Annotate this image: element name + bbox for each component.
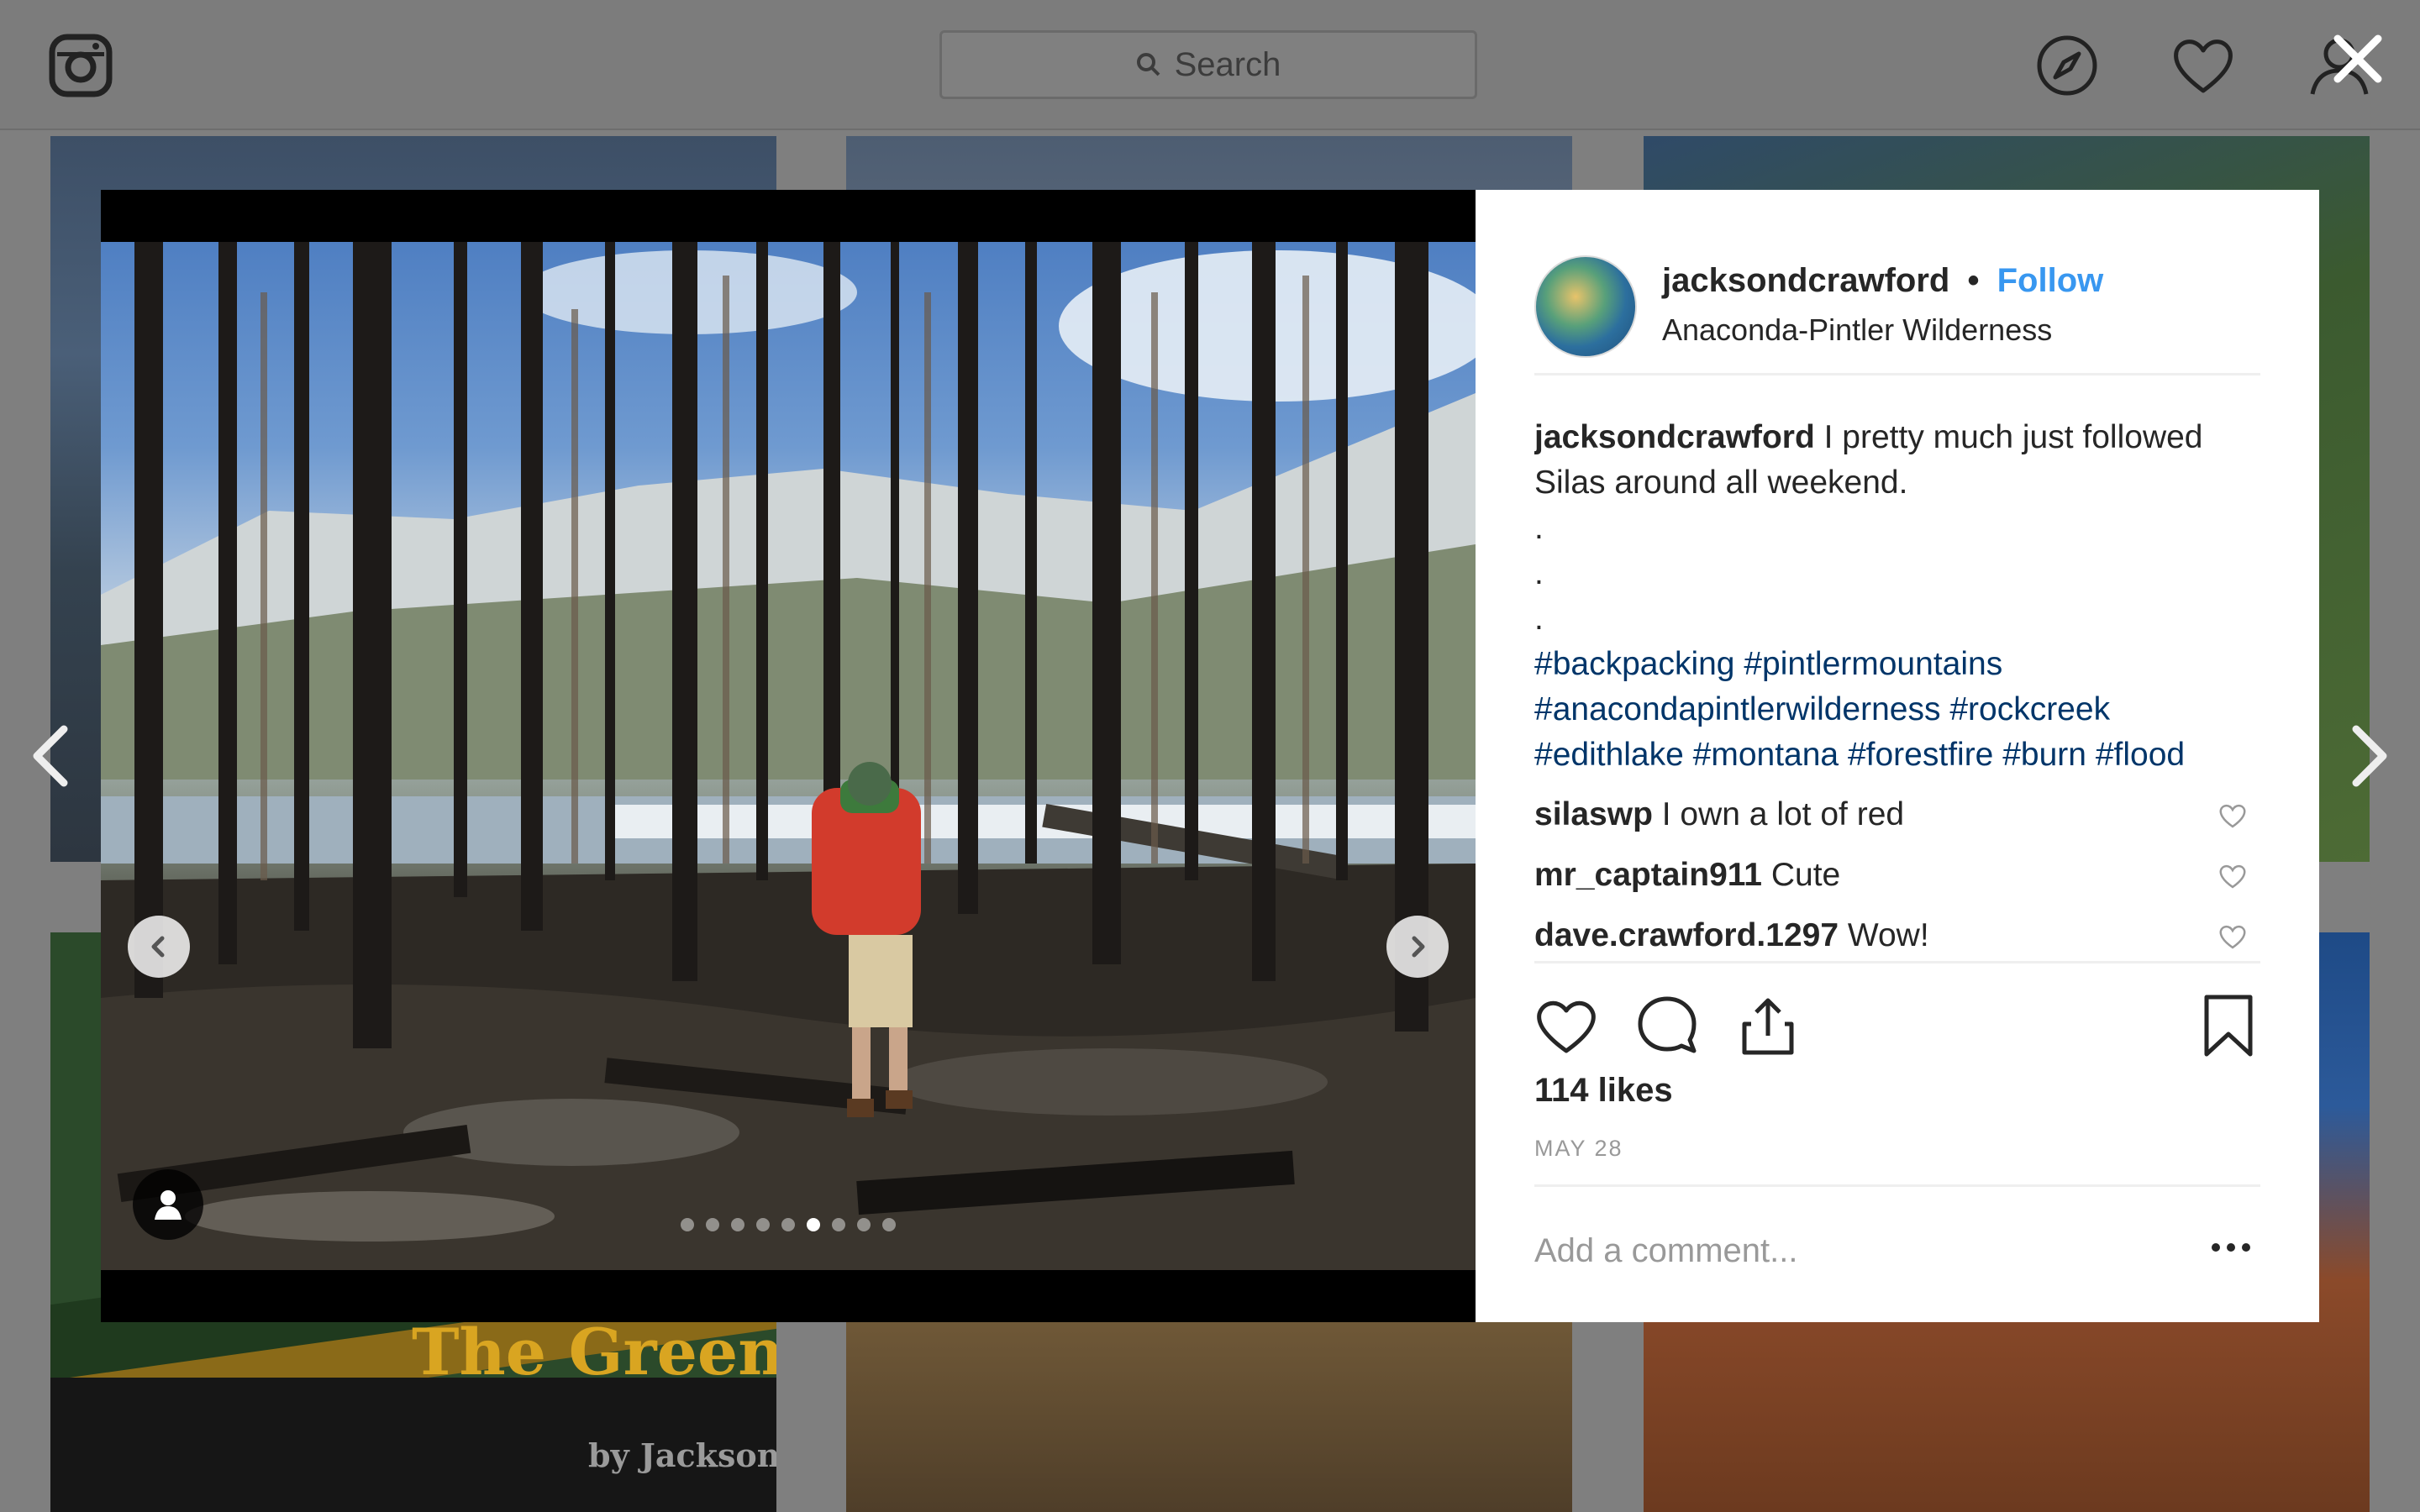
- carousel-dot: [681, 1218, 694, 1231]
- burned-forest-hiker-image: [101, 242, 1476, 1270]
- search-icon: [1136, 53, 1160, 76]
- hashtag-link[interactable]: #montana: [1693, 737, 1839, 773]
- carousel-dot: [781, 1218, 795, 1231]
- carousel-dot: [807, 1218, 820, 1231]
- comment-username[interactable]: mr_captain911: [1534, 857, 1762, 893]
- post-location[interactable]: Anaconda-Pintler Wilderness: [1662, 312, 2052, 348]
- grid-post-title: The Green: [412, 1315, 776, 1389]
- comment-like-heart-icon[interactable]: [2218, 803, 2247, 828]
- comment-username[interactable]: silaswp: [1534, 796, 1653, 832]
- previous-post-arrow-icon[interactable]: [25, 722, 76, 790]
- chevron-left-icon: [151, 936, 165, 958]
- hashtag-link[interactable]: #pintlermountains: [1744, 646, 2002, 682]
- bookmark-icon[interactable]: [2196, 994, 2260, 1058]
- post-actions: [1534, 961, 2260, 1064]
- hashtag-link[interactable]: #backpacking: [1534, 646, 1735, 682]
- carousel-indicator: [681, 1218, 896, 1231]
- caption-username[interactable]: jacksondcrawford: [1534, 419, 1815, 455]
- top-nav-bar: Search: [0, 0, 2420, 130]
- comment-bubble-icon[interactable]: [1635, 994, 1699, 1058]
- caption: jacksondcrawford I pretty much just foll…: [1534, 415, 2260, 506]
- post-header: jacksondcrawford • Follow Anaconda-Pintl…: [1534, 234, 2260, 375]
- comment-row: dave.crawford.1297 Wow!: [1534, 906, 2260, 966]
- carousel-previous-button[interactable]: [128, 916, 190, 978]
- carousel-dot: [857, 1218, 871, 1231]
- carousel-dot: [756, 1218, 770, 1231]
- comment-like-heart-icon[interactable]: [2218, 864, 2247, 889]
- comment-row: mr_captain911 Cute: [1534, 845, 2260, 906]
- caption-hashtags: #backpacking #pintlermountains #anaconda…: [1534, 642, 2260, 778]
- share-icon[interactable]: [1736, 994, 1800, 1058]
- add-comment-input[interactable]: [1534, 1232, 2173, 1270]
- hashtag-link[interactable]: #burn: [2002, 737, 2086, 773]
- compass-icon[interactable]: [2033, 32, 2101, 99]
- heart-icon[interactable]: [2170, 32, 2237, 99]
- post-photo: [101, 242, 1476, 1270]
- comment-username[interactable]: dave.crawford.1297: [1534, 917, 1839, 953]
- tagged-users-button[interactable]: [133, 1169, 203, 1240]
- more-options-icon[interactable]: [2210, 1239, 2252, 1256]
- separator-dot: •: [1967, 262, 1980, 299]
- caption-dot: .: [1534, 510, 1544, 546]
- carousel-dot: [832, 1218, 845, 1231]
- post-modal: jacksondcrawford • Follow Anaconda-Pintl…: [101, 190, 2319, 1322]
- comment-text: Cute: [1770, 857, 1841, 893]
- search-input[interactable]: Search: [939, 30, 1477, 99]
- follow-button[interactable]: Follow: [1997, 262, 2104, 299]
- comment-text: Wow!: [1847, 917, 1929, 953]
- hashtag-link[interactable]: #flood: [2096, 737, 2185, 773]
- hashtag-link[interactable]: #forestfire: [1848, 737, 1993, 773]
- carousel-dot: [882, 1218, 896, 1231]
- caption-dot: .: [1534, 555, 1544, 591]
- grid-post-subtitle: by Jackson: [588, 1436, 776, 1474]
- next-post-arrow-icon[interactable]: [2344, 722, 2395, 790]
- post-author-row: jacksondcrawford • Follow: [1662, 262, 2103, 300]
- like-heart-icon[interactable]: [1534, 994, 1598, 1058]
- post-detail-panel: jacksondcrawford • Follow Anaconda-Pintl…: [1476, 190, 2319, 1322]
- close-icon[interactable]: [2328, 29, 2388, 89]
- comment-text: I own a lot of red: [1661, 796, 1905, 832]
- instagram-icon[interactable]: [49, 34, 113, 97]
- post-author-username[interactable]: jacksondcrawford: [1662, 262, 1949, 299]
- post-media: [101, 190, 1476, 1322]
- hashtag-link[interactable]: #rockcreek: [1949, 691, 2110, 727]
- carousel-dot: [706, 1218, 719, 1231]
- carousel-dot: [731, 1218, 744, 1231]
- hashtag-link[interactable]: #edithlake: [1534, 737, 1684, 773]
- post-date[interactable]: MAY 28: [1534, 1136, 1623, 1162]
- caption-dot: .: [1534, 601, 1544, 637]
- comment-like-heart-icon[interactable]: [2218, 924, 2247, 949]
- search-placeholder: Search: [1174, 45, 1281, 83]
- carousel-next-button[interactable]: [1386, 916, 1449, 978]
- chevron-right-icon: [1412, 936, 1425, 958]
- likes-count[interactable]: 114 likes: [1534, 1072, 1673, 1110]
- hashtag-link[interactable]: #anacondapintlerwilderness: [1534, 691, 1940, 727]
- avatar[interactable]: [1534, 255, 1637, 358]
- add-comment-bar: [1534, 1184, 2260, 1325]
- comment-row: silaswp I own a lot of red: [1534, 785, 2260, 845]
- user-tag-icon: [155, 1190, 182, 1220]
